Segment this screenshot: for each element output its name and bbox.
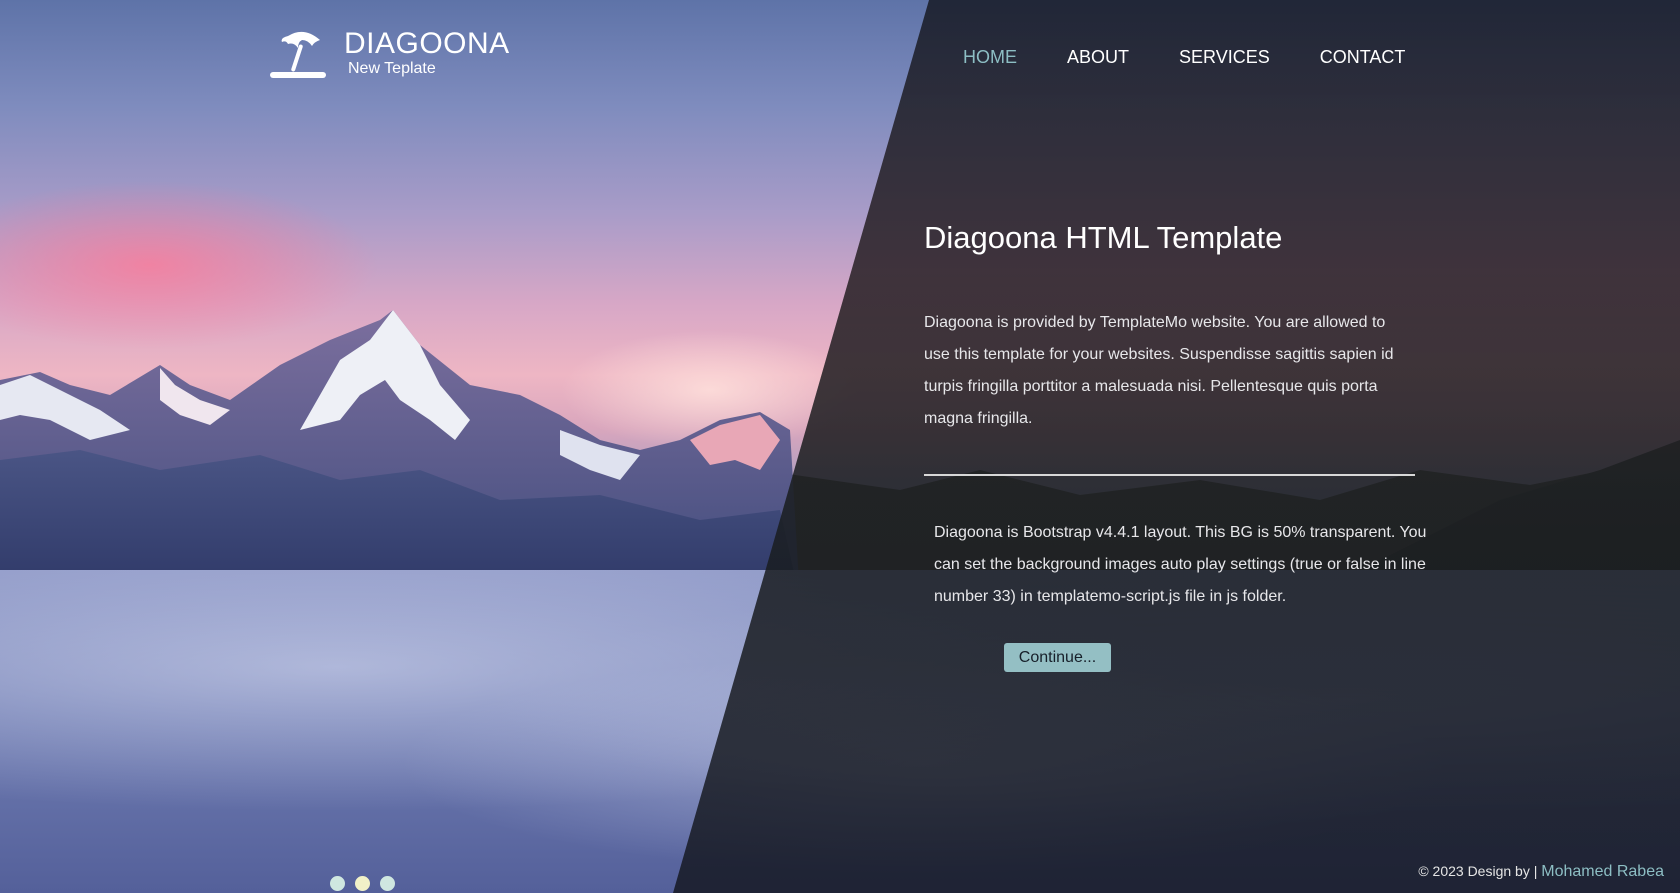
main-nav: HOME ABOUT SERVICES CONTACT	[963, 47, 1455, 68]
nav-services[interactable]: SERVICES	[1179, 47, 1270, 68]
page: DIAGOONA New Teplate HOME ABOUT SERVICES…	[0, 0, 1680, 893]
beach-umbrella-icon	[268, 28, 344, 85]
footer: © 2023 Design by | Mohamed Rabea	[1418, 863, 1664, 881]
nav-home[interactable]: HOME	[963, 47, 1017, 68]
nav-about[interactable]: ABOUT	[1067, 47, 1129, 68]
brand-title: DIAGOONA	[344, 27, 510, 60]
brand-logo[interactable]: DIAGOONA New Teplate	[268, 28, 510, 85]
slider-dot-3[interactable]	[380, 876, 395, 891]
intro-paragraph: Diagoona is provided by TemplateMo websi…	[924, 314, 1394, 427]
page-title: Diagoona HTML Template	[924, 220, 1283, 255]
brand-subtitle: New Teplate	[348, 60, 436, 77]
brand-text: DIAGOONA New Teplate	[344, 28, 510, 78]
details-paragraph: Diagoona is Bootstrap v4.4.1 layout. Thi…	[934, 524, 1427, 605]
nav-contact[interactable]: CONTACT	[1320, 47, 1406, 68]
slider-dots	[330, 876, 395, 891]
continue-button[interactable]: Continue...	[1004, 643, 1111, 672]
footer-copyright: © 2023 Design by |	[1418, 863, 1538, 879]
content-divider	[924, 474, 1415, 476]
slider-dot-1[interactable]	[330, 876, 345, 891]
footer-author-link[interactable]: Mohamed Rabea	[1541, 863, 1664, 880]
slider-dot-2[interactable]	[355, 876, 370, 891]
